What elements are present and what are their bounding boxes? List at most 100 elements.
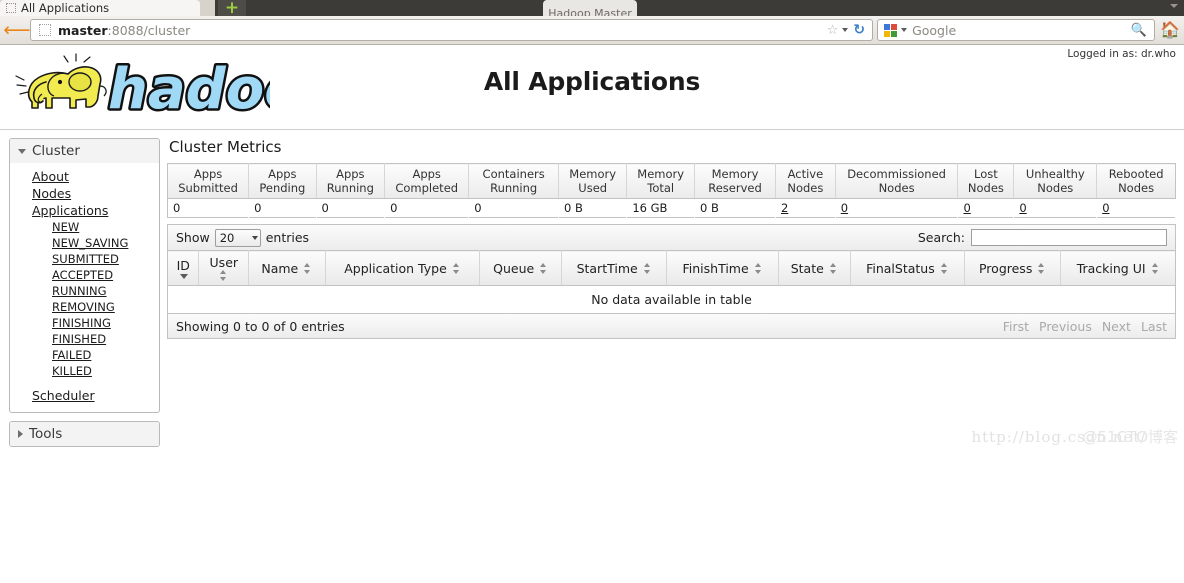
new-tab-button[interactable]: +	[218, 0, 246, 16]
apps-col-id[interactable]: ID	[167, 250, 200, 286]
metrics-col-memory-total: Memory Total	[626, 163, 696, 199]
metrics-col-containers-running: Containers Running	[468, 163, 560, 199]
page-header: hadoop hadoop All Applications	[0, 45, 1184, 130]
apps-col-application-type[interactable]: Application Type	[325, 250, 481, 286]
star-icon[interactable]: ☆	[827, 23, 839, 38]
apps-col-starttime-label: StartTime	[576, 260, 638, 276]
sidebar-tools-header[interactable]: Tools	[10, 422, 159, 446]
sidebar-item-removing[interactable]: REMOVING	[10, 299, 159, 315]
magnifier-icon[interactable]: 🔍	[1131, 23, 1147, 38]
metrics-col-unhealthy-nodes: Unhealthy Nodes	[1013, 163, 1098, 199]
sidebar-item-failed[interactable]: FAILED	[10, 347, 159, 363]
sidebar-item-killed[interactable]: KILLED	[10, 363, 159, 379]
entries-label: entries	[265, 230, 310, 245]
table-row-empty: No data available in table	[167, 285, 1176, 314]
url-text: master:8088/cluster	[58, 23, 827, 38]
sort-toggle-icon	[303, 262, 312, 274]
sidebar-cluster-label: Cluster	[32, 143, 80, 159]
chevron-down-icon[interactable]	[842, 28, 849, 32]
apps-col-tracking-ui[interactable]: Tracking UI	[1060, 250, 1176, 286]
sidebar-item-about[interactable]: About	[10, 168, 159, 185]
metrics-link-decommissioned-nodes[interactable]: 0	[841, 201, 848, 215]
browser-search-bar[interactable]: Google 🔍	[877, 19, 1156, 41]
apps-col-tracking-ui-label: Tracking UI	[1076, 260, 1146, 276]
cluster-metrics-header-row: Apps Submitted Apps Pending Apps Running…	[167, 163, 1176, 199]
metrics-col-apps-completed: Apps Completed	[384, 163, 470, 199]
metrics-col-memory-used: Memory Used	[558, 163, 628, 199]
sidebar-tools-label: Tools	[29, 426, 63, 442]
main-content: Cluster Metrics Apps Submitted Apps Pend…	[160, 138, 1184, 455]
tab-title: All Applications	[21, 1, 110, 15]
metrics-val-apps-pending: 0	[254, 201, 262, 215]
metrics-col-apps-running: Apps Running	[316, 163, 386, 199]
pagination-last[interactable]: Last	[1141, 319, 1167, 334]
page-length-select[interactable]: 20	[214, 228, 261, 247]
metrics-link-active-nodes[interactable]: 2	[781, 201, 788, 215]
apps-col-user[interactable]: User	[198, 250, 250, 286]
apps-col-application-type-label: Application Type	[344, 260, 447, 276]
metrics-val-apps-running: 0	[321, 201, 329, 215]
metrics-col-lost-nodes: Lost Nodes	[957, 163, 1015, 199]
metrics-val-decommissioned-cell: 0	[835, 199, 958, 218]
metrics-link-rebooted-nodes[interactable]: 0	[1102, 201, 1109, 215]
apps-col-name[interactable]: Name	[248, 250, 326, 286]
tab-list-chevron-down-icon[interactable]	[1170, 4, 1178, 8]
metrics-col-apps-pending: Apps Pending	[248, 163, 317, 199]
search-engine-chevron-down-icon[interactable]	[901, 28, 908, 32]
metrics-val-active-nodes-cell: 2	[775, 199, 835, 218]
metrics-val-memory-reserved: 0 B	[700, 201, 719, 215]
sidebar-item-running[interactable]: RUNNING	[10, 283, 159, 299]
metrics-link-unhealthy-nodes[interactable]: 0	[1019, 201, 1026, 215]
apps-col-finalstatus[interactable]: FinalStatus	[850, 250, 966, 286]
sort-descending-icon	[179, 273, 188, 279]
pagination-previous[interactable]: Previous	[1039, 319, 1092, 334]
metrics-val-memory-used: 0 B	[564, 201, 583, 215]
browser-tab-active[interactable]: All Applications	[0, 0, 200, 16]
sort-toggle-icon	[940, 262, 949, 274]
cluster-metrics-table: Apps Submitted Apps Pending Apps Running…	[167, 163, 1176, 218]
sidebar-cluster-header[interactable]: Cluster	[10, 139, 159, 163]
apps-col-name-label: Name	[261, 260, 299, 276]
sidebar: Cluster About Nodes Applications NEW NEW…	[0, 138, 160, 455]
apps-col-starttime[interactable]: StartTime	[561, 250, 668, 286]
sidebar-item-new[interactable]: NEW	[10, 219, 159, 235]
apps-col-state-label: State	[790, 260, 824, 276]
apps-col-state[interactable]: State	[778, 250, 851, 286]
browser-search-input[interactable]: Google	[912, 23, 1131, 38]
pagination-first[interactable]: First	[1003, 319, 1029, 334]
page-body: Cluster About Nodes Applications NEW NEW…	[0, 130, 1184, 455]
applications-table-body: No data available in table	[167, 285, 1176, 314]
sort-toggle-icon	[1151, 262, 1160, 274]
sidebar-item-scheduler[interactable]: Scheduler	[10, 387, 159, 404]
background-tab-title: Hadoop Master	[548, 7, 632, 16]
url-path: :8088/cluster	[107, 22, 191, 38]
search-input[interactable]	[971, 229, 1167, 246]
sidebar-item-applications[interactable]: Applications	[10, 202, 159, 219]
metrics-col-active-nodes: Active Nodes	[775, 163, 836, 199]
apps-col-queue[interactable]: Queue	[479, 250, 562, 286]
pagination-next[interactable]: Next	[1102, 319, 1131, 334]
show-label: Show	[176, 230, 210, 245]
sidebar-item-finishing[interactable]: FINISHING	[10, 315, 159, 331]
apps-col-progress[interactable]: Progress	[964, 250, 1062, 286]
metrics-link-lost-nodes[interactable]: 0	[963, 201, 970, 215]
home-icon[interactable]: 🏠	[1160, 22, 1180, 38]
page-length-value: 20	[219, 230, 235, 245]
google-icon	[884, 23, 898, 37]
back-arrow-icon[interactable]: ⟵	[3, 19, 30, 41]
reload-icon[interactable]: ↻	[853, 22, 865, 38]
sidebar-item-new-saving[interactable]: NEW_SAVING	[10, 235, 159, 251]
sidebar-item-submitted[interactable]: SUBMITTED	[10, 251, 159, 267]
sidebar-item-nodes[interactable]: Nodes	[10, 185, 159, 202]
sidebar-item-finished[interactable]: FINISHED	[10, 331, 159, 347]
url-host: master	[58, 22, 108, 38]
apps-col-finishtime[interactable]: FinishTime	[666, 250, 779, 286]
pagination: First Previous Next Last	[1003, 319, 1167, 334]
metrics-val-lost-nodes-cell: 0	[958, 199, 1014, 218]
site-identity-icon[interactable]	[39, 24, 51, 36]
browser-tab-background[interactable]: Hadoop Master	[543, 0, 637, 16]
sidebar-item-accepted[interactable]: ACCEPTED	[10, 267, 159, 283]
browser-toolbar: ⟵ master:8088/cluster ☆ ↻ Google 🔍 🏠	[0, 16, 1184, 45]
address-bar[interactable]: master:8088/cluster ☆ ↻	[30, 19, 874, 41]
sort-toggle-icon	[643, 262, 652, 274]
